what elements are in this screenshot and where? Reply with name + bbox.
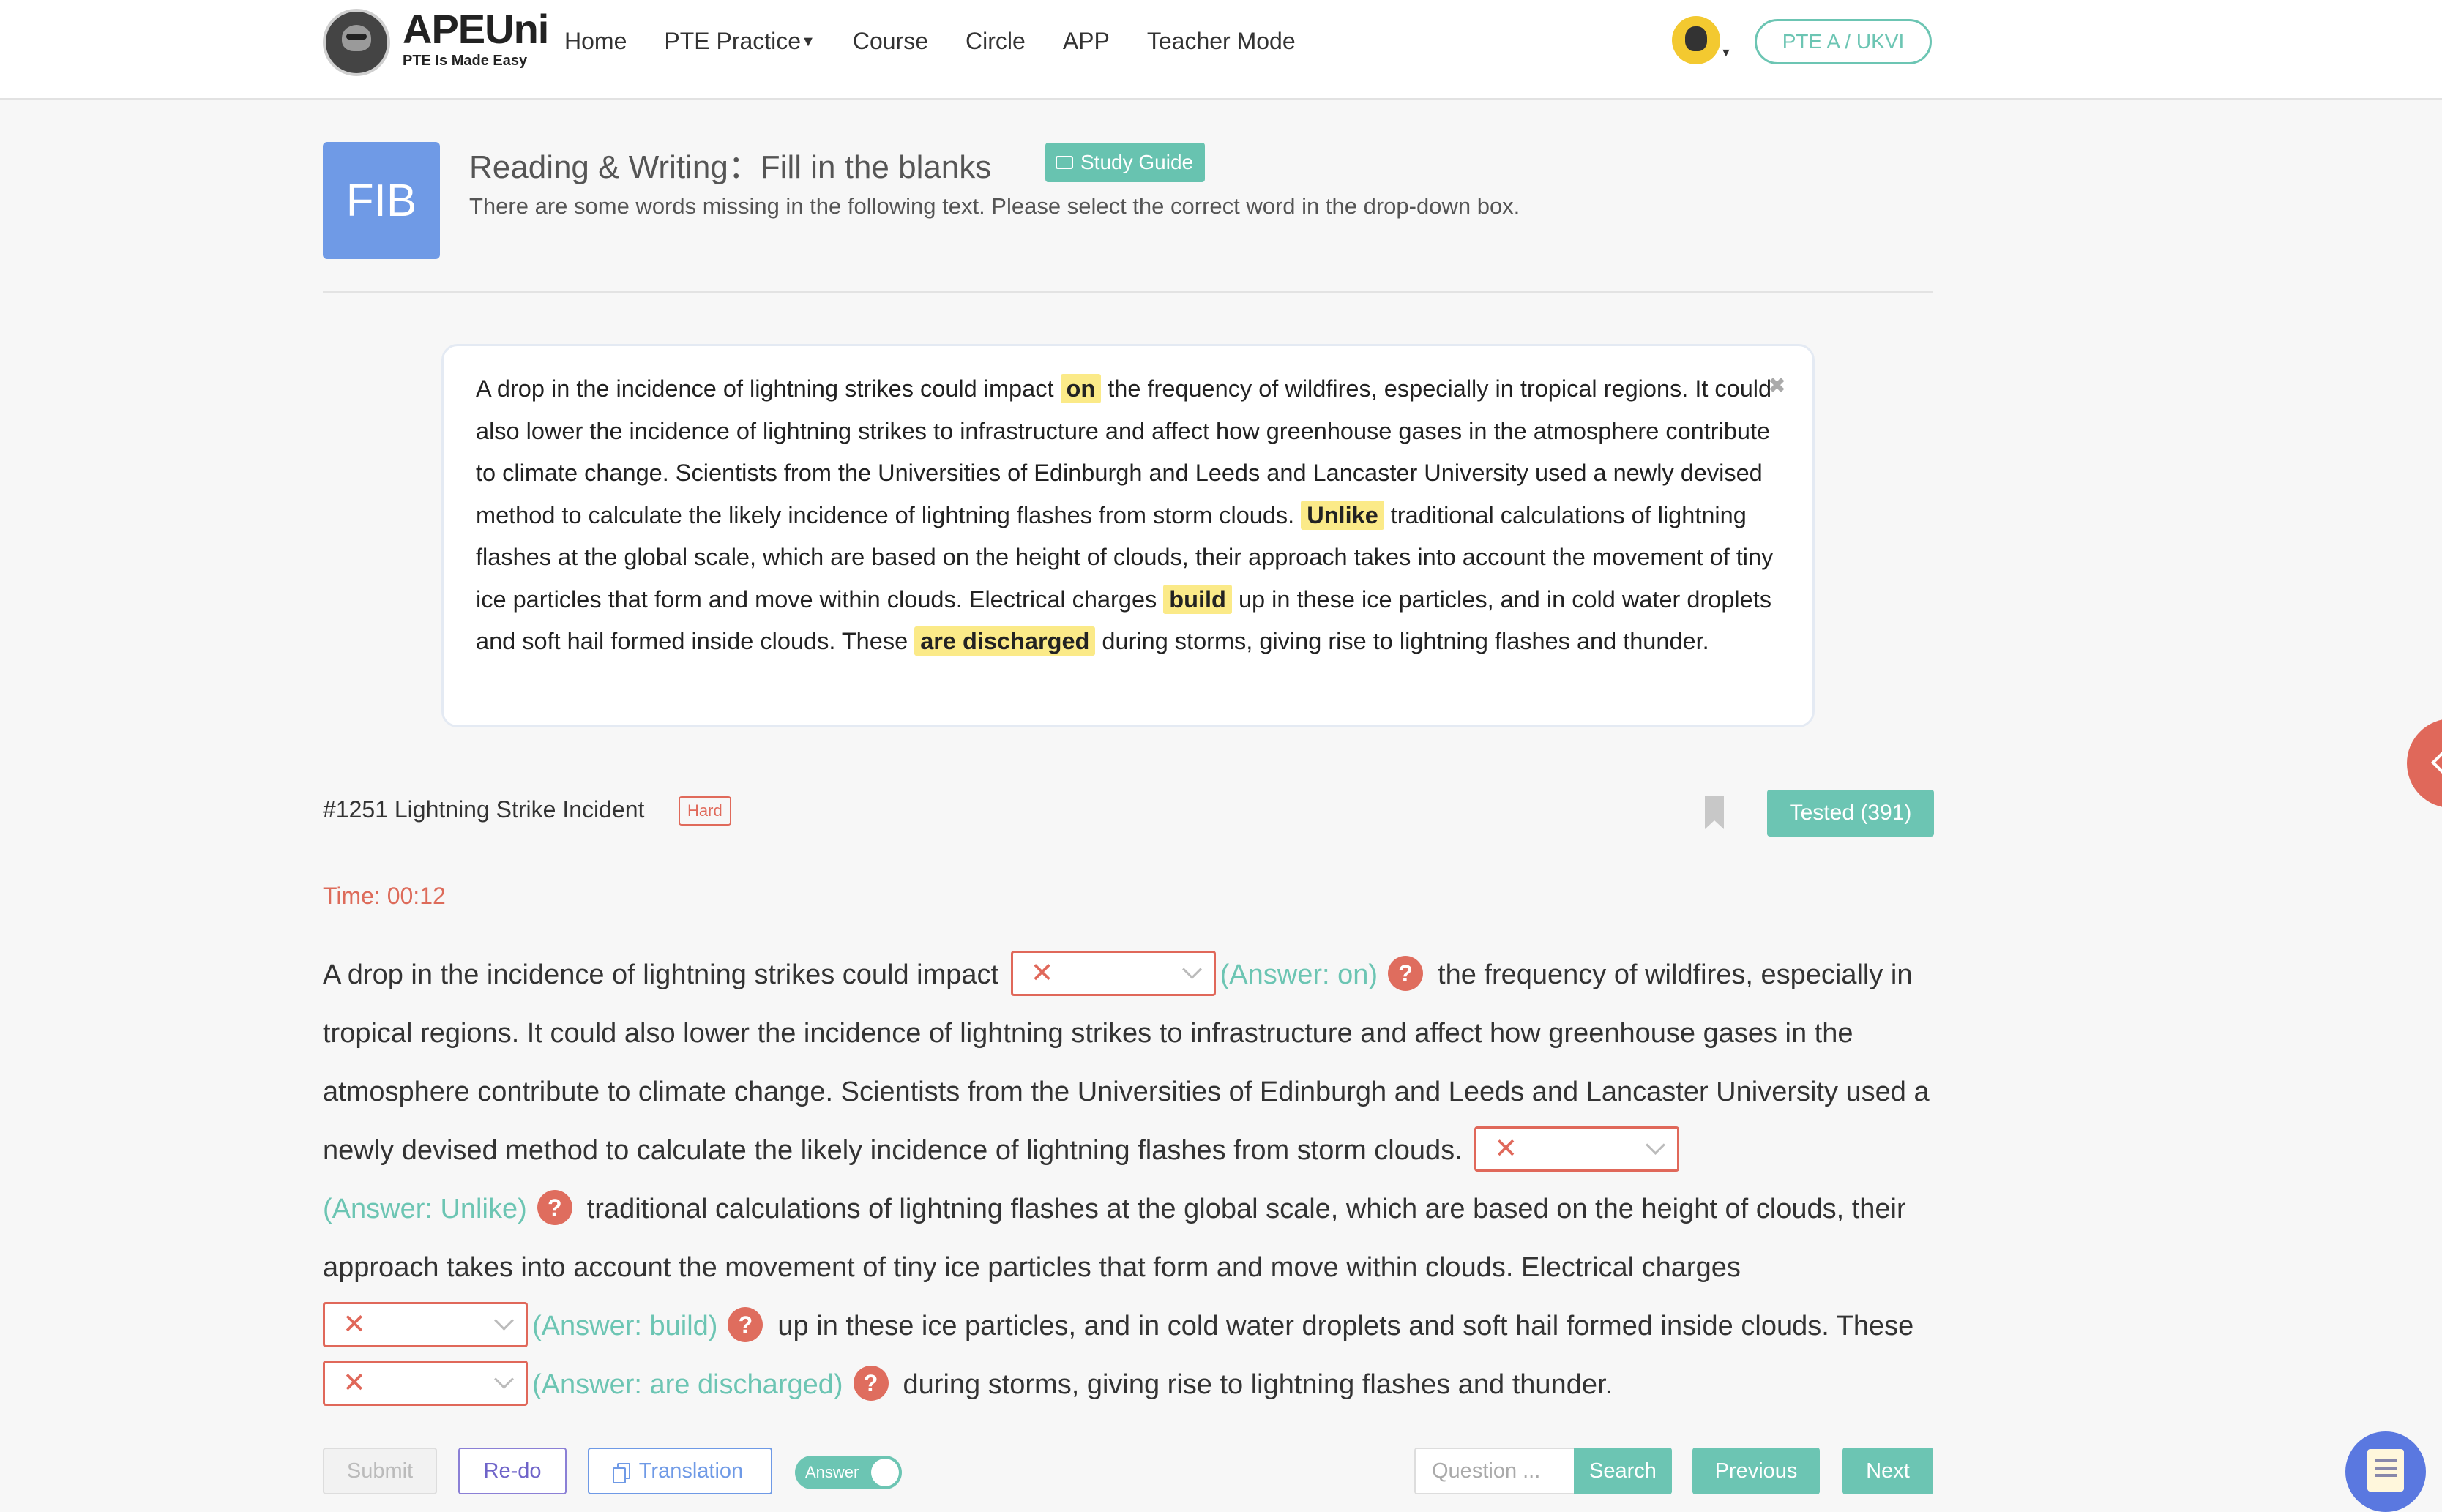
blank-dropdown-3[interactable]: ✕ [323, 1301, 528, 1347]
answer-hint: (Answer: Unlike) [323, 1194, 527, 1224]
question-title: #1251 Lightning Strike Incident [323, 796, 645, 823]
top-navbar: APEUni PTE Is Made Easy Home PTE Practic… [0, 0, 2442, 100]
divider [323, 291, 1933, 293]
preview-text: during storms, giving rise to lightning … [1095, 628, 1709, 654]
nav-teacher-mode[interactable]: Teacher Mode [1147, 26, 1296, 56]
exam-type-button[interactable]: PTE A / UKVI [1755, 19, 1932, 64]
wrong-mark-icon: ✕ [343, 1309, 366, 1340]
next-button[interactable]: Next [1842, 1448, 1933, 1494]
preview-answer-highlight: Unlike [1301, 500, 1384, 530]
nav-circle[interactable]: Circle [966, 26, 1026, 56]
previous-button[interactable]: Previous [1692, 1448, 1820, 1494]
tested-count-button[interactable]: Tested (391) [1767, 790, 1934, 837]
blank-dropdown-4[interactable]: ✕ [323, 1360, 528, 1406]
translation-label: Translation [638, 1459, 744, 1483]
graduation-cap-icon [1056, 156, 1073, 169]
nav-pte-practice-label: PTE Practice [664, 28, 802, 54]
preview-answer-highlight: build [1163, 584, 1232, 614]
wrong-mark-icon: ✕ [1494, 1133, 1518, 1164]
task-title: Reading & Writing：Fill in the blanks [469, 149, 992, 185]
wrong-mark-icon: ✕ [1030, 957, 1054, 989]
submit-button[interactable]: Submit [323, 1448, 437, 1494]
help-icon[interactable]: ? [853, 1365, 889, 1401]
chevron-left-icon [2431, 750, 2442, 775]
blank-dropdown-2[interactable]: ✕ [1474, 1126, 1680, 1172]
answer-preview-box: ✖ A drop in the incidence of lightning s… [441, 344, 1815, 727]
answer-hint: (Answer: are discharged) [532, 1369, 843, 1400]
avatar-caret-icon[interactable]: ▼ [1720, 47, 1732, 60]
translation-button[interactable]: Translation [588, 1448, 772, 1494]
timer: Time: 00:12 [323, 883, 446, 909]
chevron-down-icon [1646, 1135, 1666, 1156]
passage-text: during storms, giving rise to lightning … [903, 1369, 1613, 1400]
copy-icon [612, 1463, 630, 1483]
preview-answer-highlight: on [1060, 374, 1102, 403]
nav-app[interactable]: APP [1063, 26, 1110, 56]
passage-text: up in these ice particles, and in cold w… [777, 1311, 1914, 1341]
difficulty-badge: Hard [679, 796, 731, 826]
apeuni-logo-icon[interactable] [323, 9, 390, 76]
blank-dropdown-1[interactable]: ✕ [1010, 950, 1216, 996]
chevron-down-icon [1181, 959, 1202, 980]
preview-text: A drop in the incidence of lightning str… [476, 375, 1061, 402]
brand-tagline: PTE Is Made Easy [403, 53, 528, 69]
fill-in-blanks-passage: A drop in the incidence of lightning str… [323, 946, 1941, 1414]
wrong-mark-icon: ✕ [343, 1367, 366, 1399]
question-search-input[interactable]: Question ... [1414, 1448, 1574, 1494]
chevron-down-icon [494, 1369, 514, 1390]
help-icon[interactable]: ? [1388, 955, 1424, 991]
help-icon[interactable]: ? [537, 1189, 572, 1225]
answer-toggle[interactable]: Answer [795, 1456, 902, 1489]
user-avatar[interactable] [1672, 16, 1720, 64]
chevron-down-icon [494, 1311, 514, 1331]
study-guide-button[interactable]: Study Guide [1045, 143, 1206, 182]
close-icon[interactable]: ✖ [1768, 365, 1786, 408]
redo-button[interactable]: Re-do [458, 1448, 567, 1494]
answer-hint: (Answer: build) [532, 1311, 718, 1341]
nav-pte-practice[interactable]: PTE Practice▼ [664, 26, 815, 56]
main-nav: Home PTE Practice▼ Course Circle APP Tea… [564, 26, 1333, 56]
help-icon[interactable]: ? [728, 1306, 763, 1342]
search-button[interactable]: Search [1574, 1448, 1672, 1494]
toggle-knob [871, 1459, 899, 1486]
answer-toggle-label: Answer [805, 1463, 859, 1481]
answer-hint: (Answer: on) [1220, 959, 1378, 990]
study-guide-label: Study Guide [1080, 151, 1194, 173]
nav-home[interactable]: Home [564, 26, 627, 56]
task-type-icon: FIB [323, 142, 440, 259]
brand[interactable]: APEUni PTE Is Made Easy [403, 6, 549, 70]
nav-course[interactable]: Course [853, 26, 928, 56]
caret-down-icon: ▼ [801, 34, 815, 50]
passage-text: A drop in the incidence of lightning str… [323, 959, 1007, 990]
preview-answer-highlight: are discharged [914, 626, 1096, 656]
bookmark-icon[interactable] [1703, 794, 1725, 831]
task-instructions: There are some words missing in the foll… [469, 193, 1520, 219]
side-panel-toggle[interactable] [2407, 719, 2442, 808]
notepad-icon[interactable] [2345, 1431, 2426, 1512]
brand-name: APEUni [403, 6, 549, 52]
